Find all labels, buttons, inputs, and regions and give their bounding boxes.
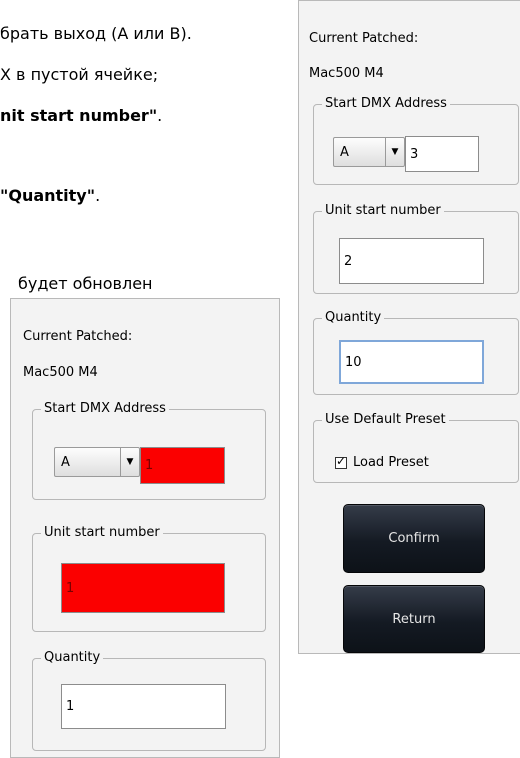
unit-start-number-input[interactable]: 1 <box>61 563 225 613</box>
unit-start-number-value: 1 <box>66 580 75 596</box>
quantity-value: 10 <box>345 354 362 370</box>
fixture-name: Mac500 M4 <box>23 365 98 380</box>
doc-text-line-5: будет обновлен <box>18 274 153 293</box>
start-dmx-address-legend: Start DMX Address <box>44 401 166 416</box>
start-dmx-address-legend: Start DMX Address <box>325 96 447 111</box>
load-preset-checkbox[interactable]: ✓ <box>335 454 347 469</box>
return-button-label: Return <box>392 611 436 627</box>
quantity-value: 1 <box>66 699 75 714</box>
return-button[interactable]: Return <box>343 585 485 653</box>
doc-text-line-1: брать выход (А или В). <box>0 24 192 43</box>
current-patched-label: Current Patched: <box>23 329 133 344</box>
confirm-button-label: Confirm <box>388 531 440 546</box>
load-preset-label: Load Preset <box>353 455 429 470</box>
port-select[interactable]: A ▼ <box>54 447 140 477</box>
unit-start-number-legend: Unit start number <box>44 525 160 540</box>
patch-dialog-right: Current Patched: Mac500 M4 Start DMX Add… <box>298 0 520 654</box>
doc-text-line-4: "Quantity". <box>0 186 100 205</box>
quantity-input[interactable]: 10 <box>339 340 484 384</box>
doc-text-bold-quantity: "Quantity" <box>0 186 96 205</box>
dmx-address-value: 1 <box>145 458 154 473</box>
port-select[interactable]: A ▼ <box>333 137 405 167</box>
use-default-preset-legend: Use Default Preset <box>325 412 446 427</box>
unit-start-number-value: 2 <box>344 253 353 269</box>
port-select-value: A <box>61 454 70 470</box>
chevron-down-icon[interactable]: ▼ <box>385 138 404 166</box>
quantity-legend: Quantity <box>325 310 382 325</box>
unit-start-number-legend: Unit start number <box>325 203 441 218</box>
dmx-address-value: 3 <box>410 146 419 162</box>
doc-text-period: . <box>95 186 101 205</box>
doc-text-line-2: Х в пустой ячейке; <box>0 65 159 84</box>
quantity-legend: Quantity <box>44 650 101 665</box>
fixture-name: Mac500 M4 <box>309 66 384 81</box>
dmx-address-input[interactable]: 3 <box>405 136 479 172</box>
doc-text-period: . <box>157 106 163 125</box>
dmx-address-input[interactable]: 1 <box>140 447 225 484</box>
current-patched-label: Current Patched: <box>309 31 419 46</box>
quantity-input[interactable]: 1 <box>61 684 226 729</box>
checkmark-icon: ✓ <box>336 453 347 468</box>
doc-text-line-3: nit start number". <box>0 106 162 125</box>
chevron-down-icon[interactable]: ▼ <box>120 448 139 476</box>
use-default-preset-group: Use Default Preset <box>313 413 519 483</box>
port-select-value: A <box>340 144 349 160</box>
confirm-button[interactable]: Confirm <box>343 504 485 573</box>
load-preset-checkbox-row[interactable]: ✓ Load Preset <box>335 454 429 470</box>
patch-dialog-left: Current Patched: Mac500 M4 Start DMX Add… <box>10 298 280 758</box>
doc-text-bold-unit-start: nit start number" <box>0 106 158 125</box>
unit-start-number-input[interactable]: 2 <box>339 238 484 284</box>
